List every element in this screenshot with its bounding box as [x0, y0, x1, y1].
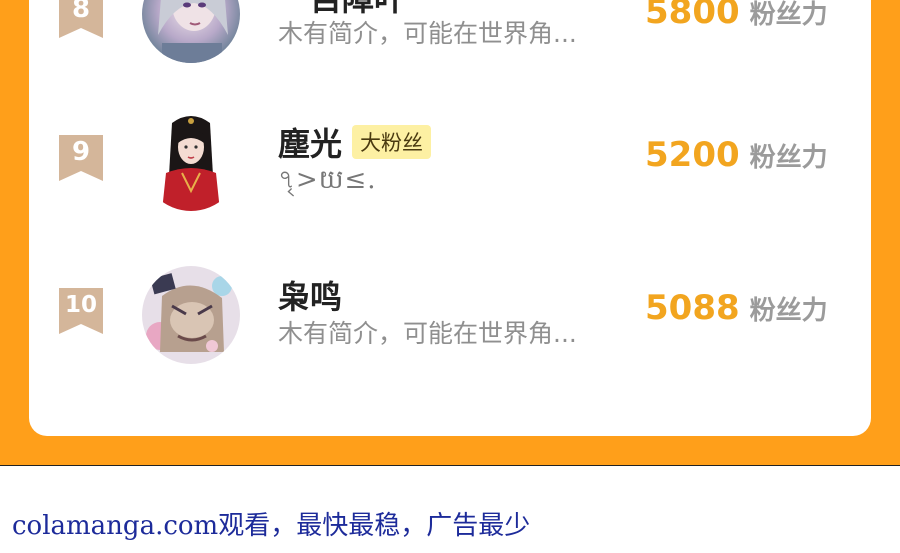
- fan-power-score: 5088: [645, 288, 740, 328]
- leaderboard-card: 8 木有简介，可能在世界角... 5800 粉丝力 9 塵光 大粉丝 ৭ৃ>យ≤…: [29, 0, 871, 436]
- fan-power-score: 5200: [645, 135, 740, 175]
- fan-power-label: 粉丝力: [749, 296, 828, 326]
- avatar[interactable]: [142, 113, 240, 211]
- leaderboard-row[interactable]: 8 木有简介，可能在世界角... 5800 粉丝力: [29, 0, 871, 90]
- rank-number: 9: [71, 137, 91, 167]
- rank-badge: 8: [59, 0, 103, 38]
- name-line: 枭鸣: [278, 272, 342, 318]
- score-block: 5200 粉丝力: [645, 135, 828, 175]
- footer-watermark-text: colamanga.com观看，最快最稳，广告最少: [12, 511, 531, 541]
- rank-number: 10: [64, 292, 97, 318]
- user-bio: 木有简介，可能在世界角...: [278, 319, 577, 348]
- score-block: 5088 粉丝力: [645, 288, 828, 328]
- fan-power-label: 粉丝力: [749, 0, 828, 30]
- fan-power-score: 5800: [645, 0, 740, 32]
- fan-power-label: 粉丝力: [749, 143, 828, 173]
- leaderboard-row[interactable]: 10 枭鸣 木有简介，可能在世界角... 5088 粉丝力: [29, 266, 871, 396]
- avatar[interactable]: [142, 0, 240, 63]
- leaderboard-row[interactable]: 9 塵光 大粉丝 ৭ৃ>យ≤. 5200 粉丝力: [29, 113, 871, 243]
- rank-badge: 10: [59, 288, 103, 334]
- leaderboard-screen: 8 木有简介，可能在世界角... 5800 粉丝力 9 塵光 大粉丝 ৭ৃ>យ≤…: [0, 0, 900, 553]
- user-bio: 木有简介，可能在世界角...: [278, 19, 577, 48]
- user-bio: ৭ৃ>យ≤.: [278, 165, 377, 195]
- score-block: 5800 粉丝力: [645, 0, 828, 32]
- rank-badge: 9: [59, 135, 103, 181]
- rank-number: 8: [71, 0, 91, 24]
- fan-level-badge: 大粉丝: [352, 125, 432, 159]
- avatar[interactable]: [142, 266, 240, 364]
- divider-line: [0, 465, 900, 466]
- user-name[interactable]: 枭鸣: [278, 272, 342, 318]
